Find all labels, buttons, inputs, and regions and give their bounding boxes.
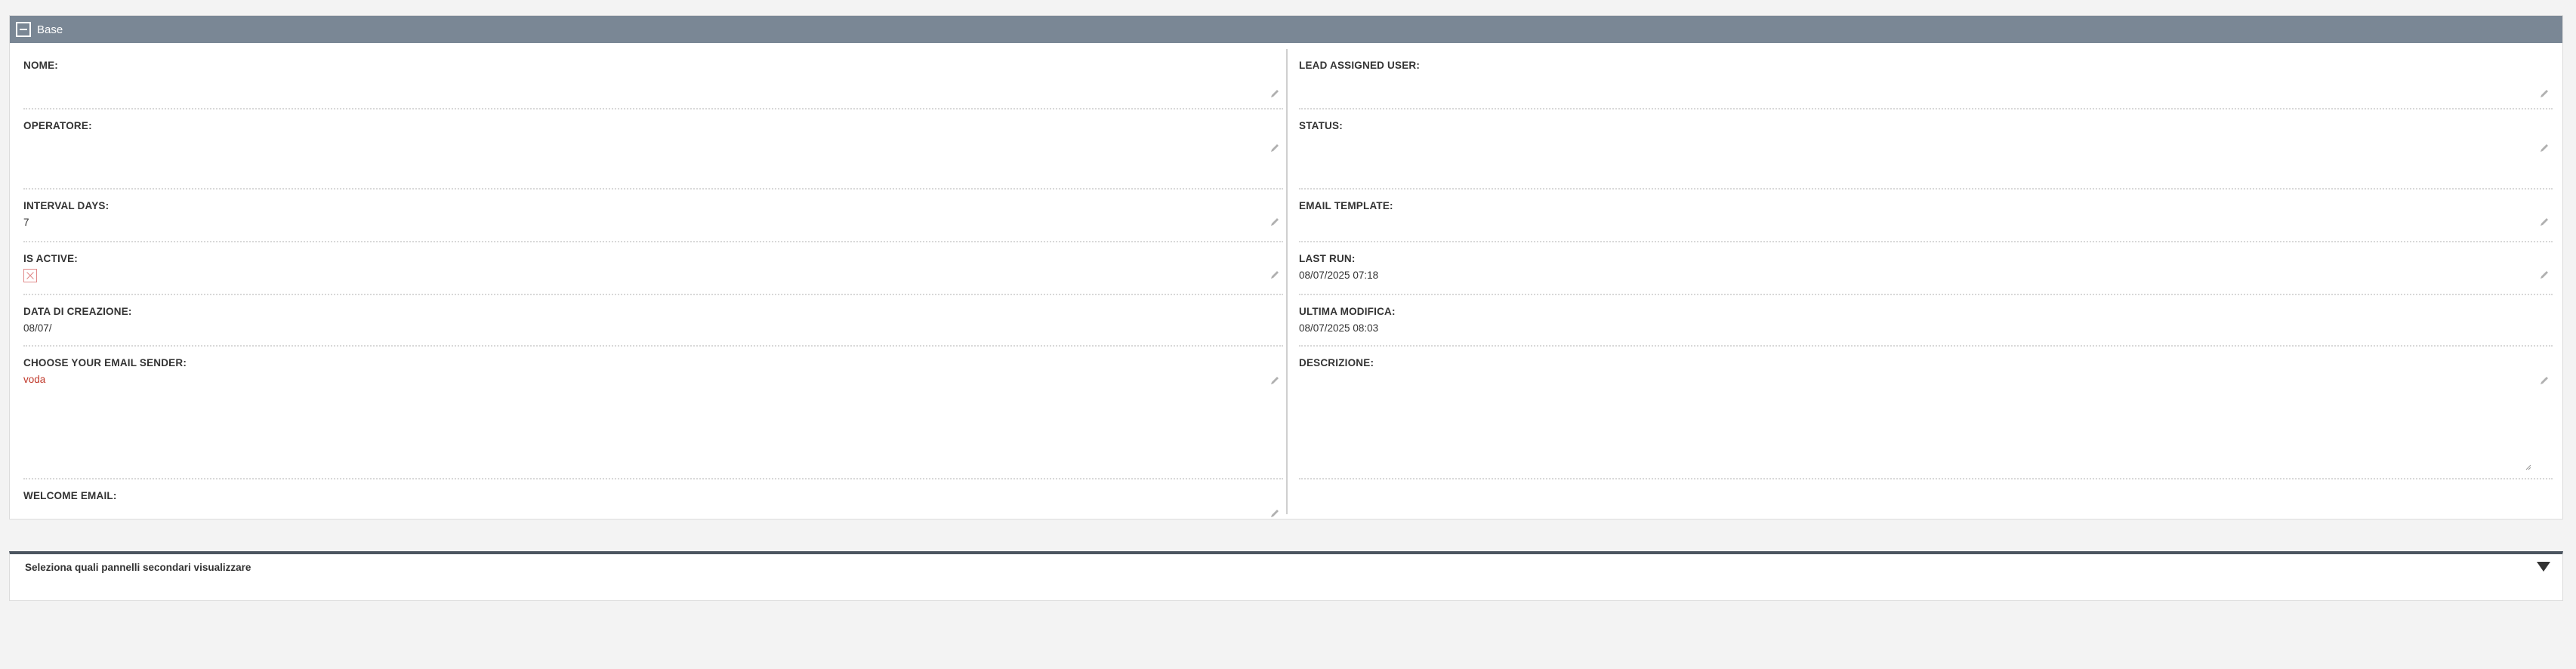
- field-operatore: OPERATORE:: [23, 109, 1283, 190]
- edit-pencil-icon[interactable]: [2539, 375, 2550, 386]
- edit-pencil-icon[interactable]: [1269, 217, 1280, 227]
- field-ultima-modifica: ULTIMA MODIFICA: 08/07/2025 08:03: [1299, 295, 2553, 347]
- field-label: DATA DI CREAZIONE:: [23, 306, 132, 317]
- secondary-panels-selector[interactable]: Seleziona quali pannelli secondari visua…: [9, 551, 2563, 601]
- field-label: STATUS:: [1299, 120, 1343, 131]
- is-active-checkbox[interactable]: [23, 269, 37, 282]
- edit-pencil-icon[interactable]: [2539, 217, 2550, 227]
- resize-grip-icon[interactable]: [2524, 463, 2531, 470]
- panel-title: Base: [37, 23, 63, 36]
- field-nome: NOME:: [23, 49, 1283, 109]
- field-label: LAST RUN:: [1299, 253, 1356, 264]
- edit-pencil-icon[interactable]: [1269, 88, 1280, 99]
- edit-pencil-icon[interactable]: [2539, 270, 2550, 280]
- base-panel: Base NOME: OPERATORE: INTERVAL DAYS: 7 I…: [9, 15, 2563, 519]
- field-label: OPERATORE:: [23, 120, 92, 131]
- edit-pencil-icon[interactable]: [1269, 508, 1280, 519]
- field-label: DESCRIZIONE:: [1299, 357, 1374, 368]
- field-value: 08/07/2025 08:03: [1299, 322, 1379, 334]
- field-label: NOME:: [23, 60, 58, 71]
- field-label: CHOOSE YOUR EMAIL SENDER:: [23, 357, 187, 368]
- field-value: 08/07/2025 07:18: [1299, 270, 1379, 281]
- field-is-active: IS ACTIVE:: [23, 242, 1283, 295]
- field-value: 08/07/: [23, 322, 52, 334]
- secondary-panels-label: Seleziona quali pannelli secondari visua…: [25, 562, 251, 573]
- field-data-creazione: DATA DI CREAZIONE: 08/07/: [23, 295, 1283, 347]
- column-divider: [1286, 49, 1288, 514]
- field-status: STATUS:: [1299, 109, 2553, 190]
- field-label: EMAIL TEMPLATE:: [1299, 200, 1393, 211]
- field-value: 7: [23, 217, 29, 228]
- field-welcome-email: WELCOME EMAIL:: [23, 479, 1283, 519]
- field-label: IS ACTIVE:: [23, 253, 79, 264]
- field-last-run: LAST RUN: 08/07/2025 07:18: [1299, 242, 2553, 295]
- collapse-toggle-icon[interactable]: [16, 22, 31, 37]
- field-label: INTERVAL DAYS:: [23, 200, 110, 211]
- email-sender-link[interactable]: voda: [23, 374, 45, 385]
- triangle-down-icon[interactable]: [2537, 562, 2550, 572]
- edit-pencil-icon[interactable]: [1269, 375, 1280, 386]
- field-descrizione: DESCRIZIONE:: [1299, 347, 2553, 479]
- field-email-template: EMAIL TEMPLATE:: [1299, 190, 2553, 242]
- field-lead-assigned-user: LEAD ASSIGNED USER:: [1299, 49, 2553, 109]
- edit-pencil-icon[interactable]: [1269, 270, 1280, 280]
- edit-pencil-icon[interactable]: [1269, 143, 1280, 153]
- field-label: LEAD ASSIGNED USER:: [1299, 60, 1421, 71]
- edit-pencil-icon[interactable]: [2539, 88, 2550, 99]
- field-label: ULTIMA MODIFICA:: [1299, 306, 1396, 317]
- field-email-sender: CHOOSE YOUR EMAIL SENDER: voda: [23, 347, 1283, 479]
- field-interval-days: INTERVAL DAYS: 7: [23, 190, 1283, 242]
- panel-header[interactable]: Base: [10, 16, 2562, 43]
- field-label: WELCOME EMAIL:: [23, 490, 117, 501]
- edit-pencil-icon[interactable]: [2539, 143, 2550, 153]
